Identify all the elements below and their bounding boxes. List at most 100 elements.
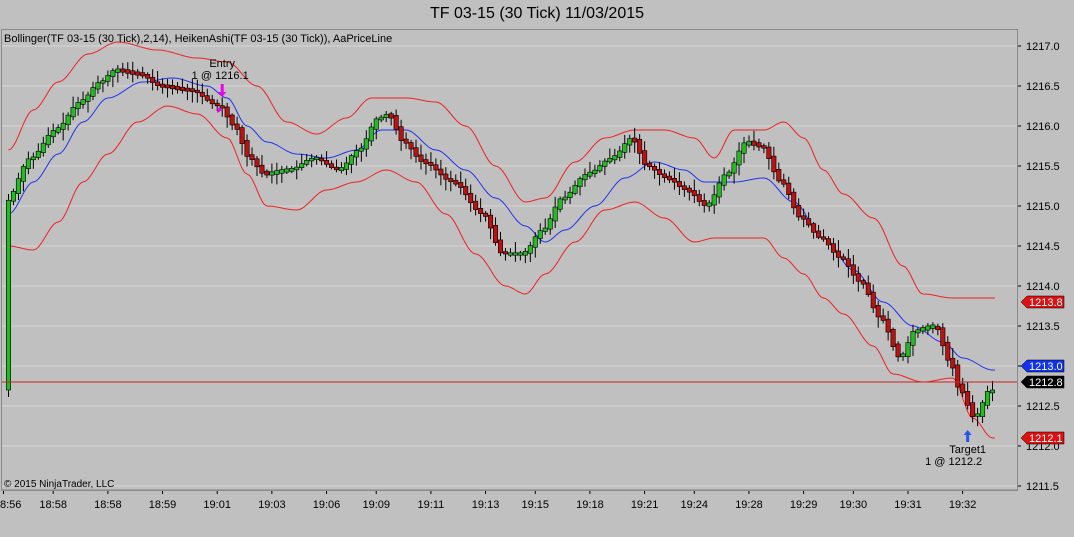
candle-body bbox=[875, 305, 881, 318]
candle-body bbox=[527, 245, 533, 254]
x-tick-label: 19:09 bbox=[362, 499, 390, 511]
candle-body bbox=[686, 187, 692, 193]
candle-body bbox=[50, 130, 56, 138]
candle-body bbox=[756, 142, 762, 148]
y-tick-label: 1215.5 bbox=[1026, 161, 1060, 173]
x-tick-label: 18:58 bbox=[94, 499, 122, 511]
candle-body bbox=[557, 198, 563, 210]
candle-body bbox=[811, 223, 817, 233]
candle-body bbox=[845, 258, 851, 267]
x-tick-label: 19:21 bbox=[631, 499, 659, 511]
candle-body bbox=[358, 147, 364, 152]
x-tick-label: 19:15 bbox=[521, 499, 549, 511]
candle-body bbox=[582, 174, 588, 181]
candle-body bbox=[254, 158, 260, 168]
candle-body bbox=[473, 200, 479, 210]
candle-body bbox=[920, 327, 926, 332]
candle-body bbox=[721, 174, 727, 186]
candle-body bbox=[865, 282, 871, 295]
candle-body bbox=[691, 190, 697, 196]
chart-grid bbox=[2, 45, 1017, 487]
candle-body bbox=[751, 140, 757, 146]
candle-body bbox=[989, 389, 995, 394]
x-tick-label: 19:06 bbox=[313, 499, 341, 511]
price-label-text: 1213.0 bbox=[1029, 361, 1063, 373]
candle-body bbox=[279, 169, 285, 174]
candle-body bbox=[229, 114, 235, 126]
candle-body bbox=[676, 181, 682, 187]
candle-body bbox=[497, 239, 503, 254]
candle-body bbox=[567, 191, 573, 198]
candle-body bbox=[458, 182, 464, 188]
candle-body bbox=[612, 155, 618, 161]
candle-body bbox=[304, 159, 310, 165]
candle-body bbox=[289, 168, 295, 172]
y-tick-label: 1212.5 bbox=[1026, 401, 1060, 413]
candle-body bbox=[666, 175, 672, 181]
exit-price-label: 1 @ 1212.2 bbox=[925, 456, 982, 468]
candle-body bbox=[637, 139, 643, 154]
candle-body bbox=[6, 199, 12, 391]
candle-body bbox=[532, 236, 538, 248]
candle-body bbox=[647, 162, 653, 168]
candle-body bbox=[199, 91, 205, 97]
candle-body bbox=[776, 169, 782, 182]
candle-body bbox=[975, 413, 981, 417]
candle-body bbox=[522, 251, 528, 256]
candle-body bbox=[562, 196, 568, 201]
price-label-text: 1212.1 bbox=[1029, 433, 1063, 445]
x-tick-label: 18:59 bbox=[149, 499, 177, 511]
y-tick-label: 1213.5 bbox=[1026, 321, 1060, 333]
candle-body bbox=[433, 164, 439, 171]
candle-body bbox=[309, 157, 315, 162]
candle-body bbox=[438, 168, 444, 176]
candle-body bbox=[60, 122, 66, 130]
candle-body bbox=[945, 341, 951, 361]
candle-body bbox=[170, 85, 176, 90]
candle-body bbox=[373, 118, 379, 130]
candle-body bbox=[264, 170, 270, 176]
candle-body bbox=[348, 155, 354, 165]
candle-body bbox=[587, 171, 593, 177]
candle-body bbox=[299, 163, 305, 169]
candle-body bbox=[333, 166, 339, 171]
candle-body bbox=[219, 105, 225, 109]
candle-body bbox=[701, 200, 707, 206]
candle-body bbox=[383, 114, 389, 118]
candle-body bbox=[20, 166, 26, 182]
candle-body bbox=[145, 74, 151, 79]
candle-body bbox=[607, 157, 613, 163]
candle-body bbox=[781, 179, 787, 185]
candle-body bbox=[85, 94, 91, 102]
candle-body bbox=[502, 251, 508, 255]
candle-body bbox=[338, 167, 344, 172]
candle-body bbox=[910, 331, 916, 346]
candle-body bbox=[761, 145, 767, 149]
candle-body bbox=[314, 156, 320, 160]
price-chart[interactable]: Entry1 @ 1216.1 Target11 @ 1212.2 1211.5 1… bbox=[0, 0, 1074, 537]
x-tick-label: 19:03 bbox=[258, 499, 286, 511]
candle-body bbox=[105, 75, 111, 82]
candle-body bbox=[627, 138, 633, 146]
candle-body bbox=[244, 140, 250, 157]
candle-body bbox=[825, 238, 831, 246]
candle-body bbox=[120, 68, 126, 73]
candle-body bbox=[806, 218, 812, 226]
candle-body bbox=[706, 202, 712, 207]
y-tick-label: 1214.5 bbox=[1026, 241, 1060, 253]
candle-body bbox=[671, 178, 677, 183]
x-tick-label: 19:18 bbox=[576, 499, 604, 511]
candle-body bbox=[179, 86, 185, 91]
candle-body bbox=[880, 315, 886, 321]
candle-body bbox=[970, 402, 976, 417]
candle-body bbox=[204, 95, 210, 101]
y-tick-label: 1216.5 bbox=[1026, 81, 1060, 93]
candle-body bbox=[284, 168, 290, 173]
candle-body bbox=[343, 162, 349, 170]
candle-body bbox=[741, 142, 747, 154]
candle-body bbox=[597, 165, 603, 172]
candle-body bbox=[816, 230, 822, 238]
candle-body bbox=[850, 264, 856, 276]
candle-body bbox=[493, 224, 499, 244]
candle-body bbox=[35, 150, 41, 158]
